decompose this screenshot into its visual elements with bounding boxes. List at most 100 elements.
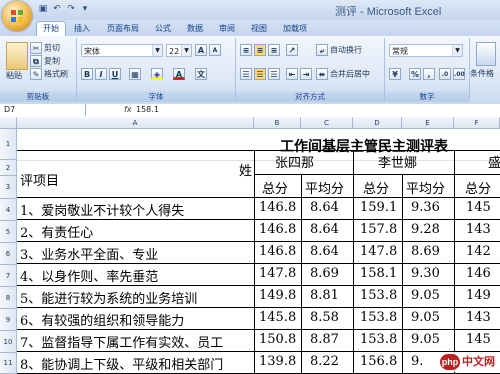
data-cell[interactable]: 9.30 bbox=[411, 266, 440, 281]
tab-formulas[interactable]: 公式 bbox=[150, 22, 176, 36]
number-format-combo[interactable]: 常规 ▼ bbox=[389, 44, 463, 57]
name-header[interactable]: 盛 bbox=[488, 152, 500, 171]
item-label[interactable]: 2、有责任心 bbox=[20, 222, 254, 241]
data-cell[interactable]: 156.8 bbox=[360, 354, 397, 369]
data-cell[interactable]: 153.8 bbox=[360, 310, 397, 325]
data-cell[interactable]: 159.1 bbox=[360, 200, 397, 215]
formula-input[interactable]: 158.1 bbox=[136, 104, 159, 116]
cut-button[interactable]: ✂ 剪切 bbox=[30, 42, 60, 54]
row-header-10[interactable]: 10 bbox=[0, 331, 17, 353]
data-cell[interactable]: 145 bbox=[466, 332, 491, 347]
grow-font-icon[interactable]: A bbox=[195, 44, 209, 56]
data-cell[interactable]: 149.8 bbox=[259, 288, 296, 303]
data-cell[interactable]: 9.05 bbox=[411, 310, 440, 325]
name-header[interactable]: 张四那 bbox=[275, 152, 314, 171]
data-cell[interactable]: 8.64 bbox=[310, 222, 339, 237]
column-header-d[interactable]: D bbox=[353, 117, 402, 129]
data-cell[interactable]: 9.05 bbox=[411, 288, 440, 303]
data-cell[interactable]: 8.64 bbox=[310, 244, 339, 259]
font-color-button[interactable]: A bbox=[173, 68, 187, 80]
sub-header[interactable]: 总分 bbox=[262, 178, 288, 197]
format-painter-button[interactable]: ✎ 格式刷 bbox=[30, 68, 68, 80]
data-cell[interactable]: 145 bbox=[466, 200, 491, 215]
italic-button[interactable]: I bbox=[95, 68, 109, 80]
percent-button[interactable]: % bbox=[409, 68, 423, 80]
increase-decimal-icon[interactable]: .0 bbox=[439, 68, 453, 80]
item-label[interactable]: 5、能进行较为系统的业务培训 bbox=[20, 288, 254, 307]
data-cell[interactable]: 157.8 bbox=[360, 222, 397, 237]
align-center-icon[interactable]: ☰ bbox=[254, 68, 268, 80]
undo-icon[interactable]: ↶ bbox=[52, 4, 62, 14]
align-middle-icon[interactable]: ≡ bbox=[254, 44, 268, 56]
tab-addins[interactable]: 加载项 bbox=[278, 22, 312, 36]
underline-button[interactable]: U bbox=[109, 68, 123, 80]
data-cell[interactable]: 143 bbox=[466, 310, 491, 325]
data-cell[interactable]: 146.8 bbox=[259, 222, 296, 237]
item-label[interactable]: 8、能协调上下级、平级和相关部门 bbox=[20, 354, 254, 373]
row-header-3[interactable]: 3 bbox=[0, 176, 17, 199]
item-label[interactable]: 6、有较强的组织和领导能力 bbox=[20, 310, 254, 329]
item-label[interactable]: 3、业务水平全面、专业 bbox=[20, 244, 254, 263]
column-header-e[interactable]: E bbox=[402, 117, 454, 129]
data-cell[interactable]: 139.8 bbox=[259, 354, 296, 369]
shrink-font-icon[interactable]: A bbox=[209, 44, 223, 56]
redo-icon[interactable]: ↷ bbox=[66, 4, 76, 14]
paste-button[interactable]: 粘贴 bbox=[6, 70, 22, 81]
item-label[interactable]: 7、监督指导下属工作有实效、员工 bbox=[20, 332, 254, 351]
row-header-4[interactable]: 4 bbox=[0, 199, 17, 221]
align-right-icon[interactable]: ☰ bbox=[268, 68, 282, 80]
fx-icon[interactable]: fx bbox=[124, 104, 132, 116]
orientation-icon[interactable]: ↗ bbox=[286, 44, 300, 56]
currency-button[interactable]: ¥ bbox=[389, 68, 403, 80]
conditional-format-icon[interactable] bbox=[476, 42, 496, 66]
office-button[interactable] bbox=[2, 1, 32, 31]
save-icon[interactable]: ▣ bbox=[38, 4, 48, 14]
data-cell[interactable]: 145.8 bbox=[259, 310, 296, 325]
merge-center-button[interactable]: ⬌ 合并后居中 bbox=[316, 68, 370, 80]
data-cell[interactable]: 147.8 bbox=[259, 266, 296, 281]
borders-button[interactable]: ▦ bbox=[129, 68, 143, 80]
data-cell[interactable]: 8.69 bbox=[310, 266, 339, 281]
select-all-corner[interactable] bbox=[0, 117, 17, 129]
item-label[interactable]: 4、以身作则、率先垂范 bbox=[20, 266, 254, 285]
font-name-combo[interactable]: 宋体 ▼ bbox=[81, 44, 163, 57]
conditional-format-button[interactable]: 条件格 bbox=[470, 68, 494, 79]
data-cell[interactable]: 9.28 bbox=[411, 222, 440, 237]
data-cell[interactable]: 8.69 bbox=[411, 244, 440, 259]
name-header[interactable]: 李世娜 bbox=[378, 152, 417, 171]
decrease-decimal-icon[interactable]: .00 bbox=[453, 68, 467, 80]
data-cell[interactable]: 143 bbox=[466, 222, 491, 237]
align-top-icon[interactable]: ≡ bbox=[240, 44, 254, 56]
data-cell[interactable]: 158.1 bbox=[360, 266, 397, 281]
row-header-7[interactable]: 7 bbox=[0, 265, 17, 287]
sub-header[interactable]: 平均分 bbox=[305, 178, 344, 197]
tab-page-layout[interactable]: 页面布局 bbox=[102, 22, 144, 36]
sub-header[interactable]: 总分 bbox=[465, 178, 491, 197]
data-cell[interactable]: 8.64 bbox=[310, 200, 339, 215]
data-cell[interactable]: 146 bbox=[466, 266, 491, 281]
data-cell[interactable]: 9.36 bbox=[411, 200, 440, 215]
tab-home[interactable]: 开始 bbox=[36, 21, 66, 36]
column-header-c[interactable]: C bbox=[301, 117, 353, 129]
data-cell[interactable]: 142 bbox=[466, 244, 491, 259]
row-header-2[interactable]: 2 bbox=[0, 160, 17, 176]
header-name-label[interactable]: 姓 bbox=[239, 160, 252, 179]
indent-icon[interactable]: ⇤ bbox=[286, 68, 300, 80]
item-label[interactable]: 1、爱岗敬业不计较个人得失 bbox=[20, 200, 254, 219]
data-cell[interactable]: 8.58 bbox=[310, 310, 339, 325]
fill-color-button[interactable]: ◈ bbox=[151, 68, 165, 80]
outdent-icon[interactable]: ⇥ bbox=[300, 68, 314, 80]
data-cell[interactable]: 8.81 bbox=[310, 288, 339, 303]
data-cell[interactable]: 9.05 bbox=[411, 332, 440, 347]
data-cell[interactable]: 146.8 bbox=[259, 244, 296, 259]
column-header-b[interactable]: B bbox=[254, 117, 301, 129]
bold-button[interactable]: B bbox=[81, 68, 95, 80]
data-cell[interactable]: 147.8 bbox=[360, 244, 397, 259]
tab-view[interactable]: 视图 bbox=[246, 22, 272, 36]
comma-button[interactable]: , bbox=[423, 68, 437, 80]
data-cell[interactable]: 8.22 bbox=[310, 354, 339, 369]
phonetic-button[interactable]: 文 bbox=[195, 68, 209, 80]
data-cell[interactable]: 153.8 bbox=[360, 288, 397, 303]
tab-insert[interactable]: 插入 bbox=[68, 22, 96, 36]
row-header-6[interactable]: 6 bbox=[0, 243, 17, 265]
